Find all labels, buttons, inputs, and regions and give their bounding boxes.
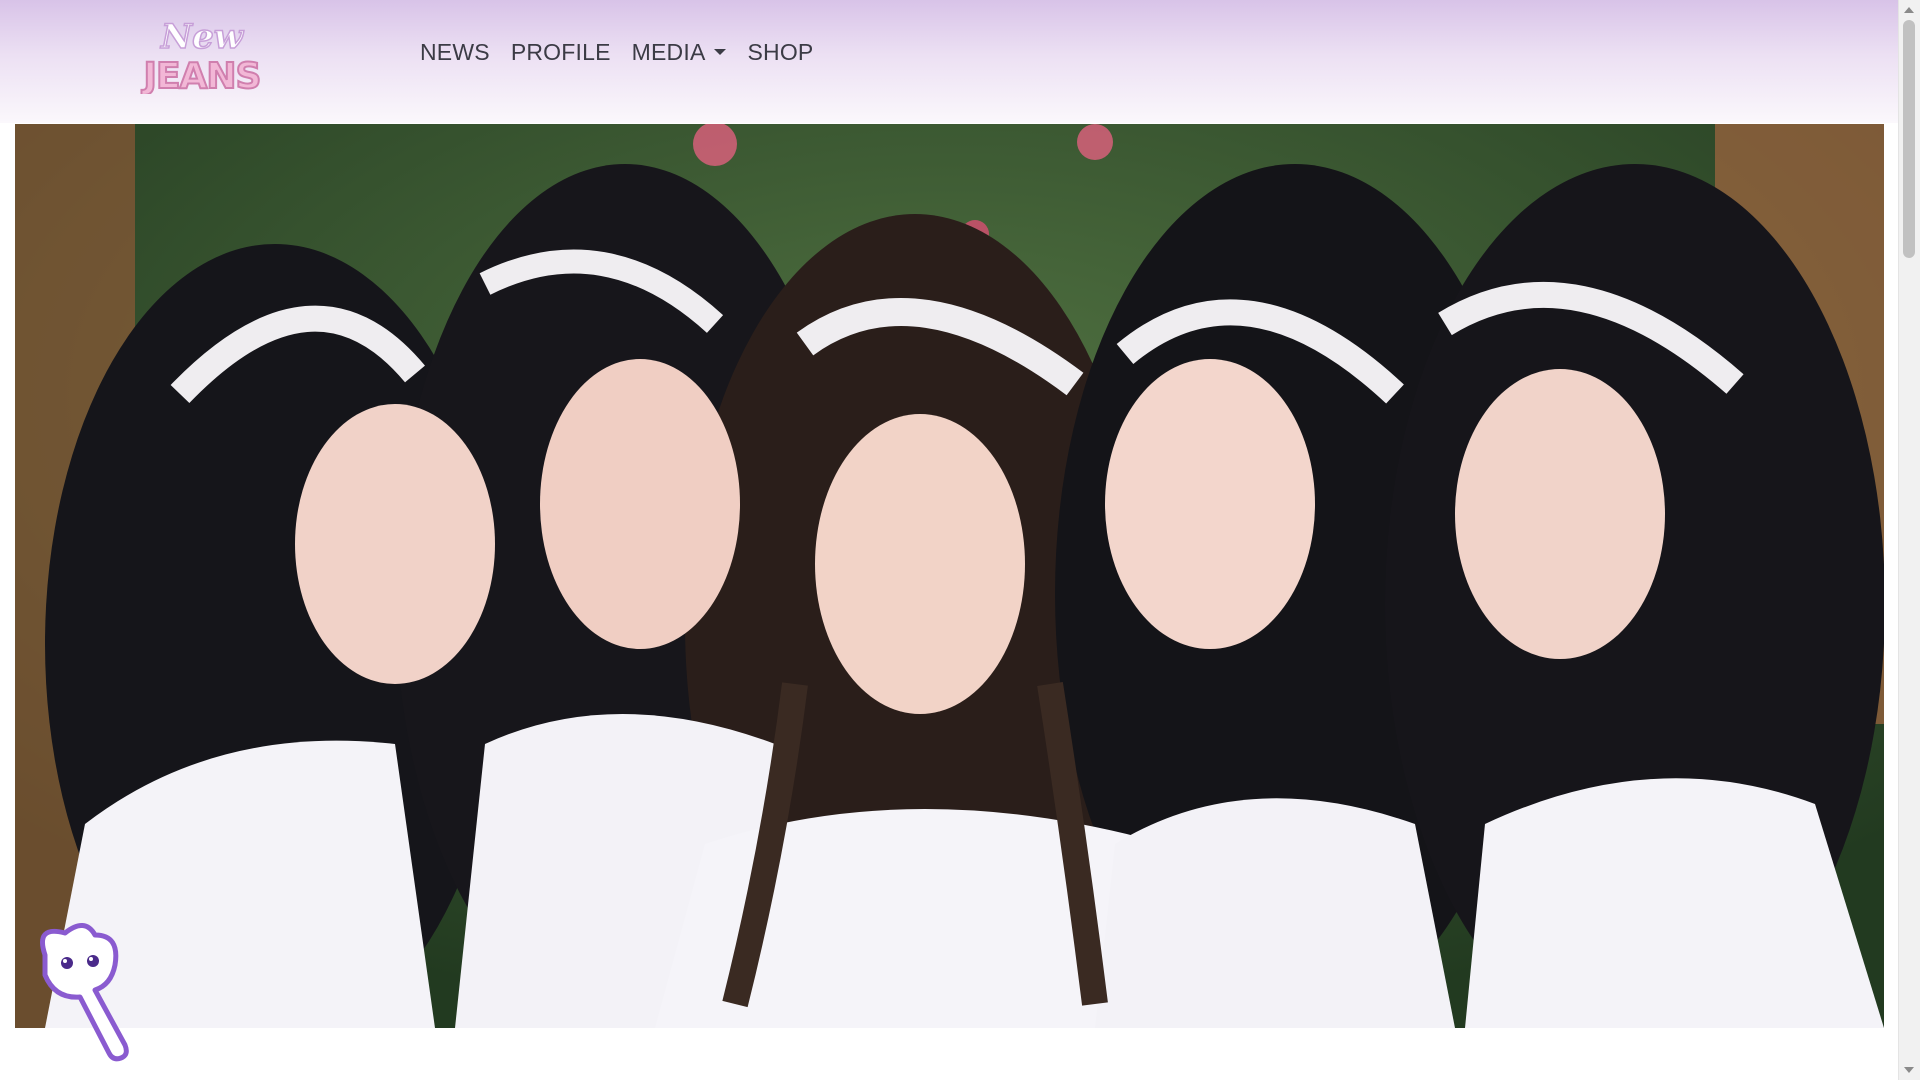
- nav-profile-label: PROFILE: [510, 39, 611, 65]
- hero-image: [15, 124, 1884, 1028]
- scrollbar-thumb[interactable]: [1903, 20, 1915, 258]
- page: New JEANS NEWS PROFILE MEDIA SHOP: [0, 0, 1920, 1080]
- mascot-graphic: [40, 923, 129, 1062]
- main-nav: NEWS PROFILE MEDIA SHOP: [420, 36, 813, 68]
- scroll-up-arrow-icon[interactable]: [1904, 7, 1914, 13]
- logo-line2: JEANS: [141, 56, 261, 94]
- vertical-scrollbar[interactable]: [1898, 0, 1920, 1080]
- nav-shop-label: SHOP: [747, 39, 814, 65]
- logo-line1: New: [160, 17, 245, 57]
- newjeans-logo[interactable]: New JEANS: [136, 14, 270, 94]
- logo-graphic: New JEANS: [140, 16, 263, 94]
- nav-shop[interactable]: SHOP: [747, 36, 813, 68]
- hero-photo-placeholder: [15, 124, 1884, 1028]
- nav-news[interactable]: NEWS: [420, 36, 490, 68]
- scroll-down-arrow-icon[interactable]: [1904, 1067, 1914, 1073]
- site-header: New JEANS NEWS PROFILE MEDIA SHOP: [0, 0, 1899, 123]
- nav-media-label: MEDIA: [631, 39, 706, 65]
- nav-profile[interactable]: PROFILE: [511, 36, 611, 68]
- bunny-cursor-icon[interactable]: [25, 915, 137, 1065]
- nav-news-label: NEWS: [420, 39, 490, 65]
- nav-media-dropdown[interactable]: MEDIA: [632, 36, 727, 68]
- caret-down-icon: [714, 49, 727, 55]
